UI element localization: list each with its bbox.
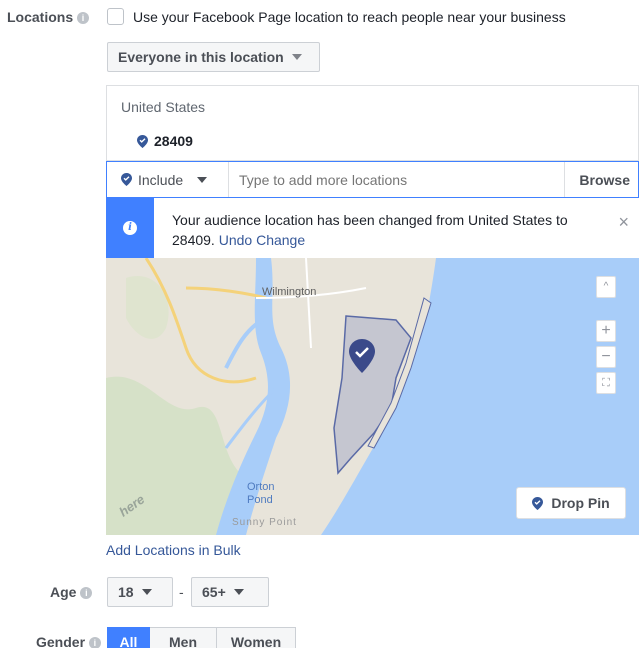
gender-option-all[interactable]: All [107, 627, 150, 648]
page-location-checkbox[interactable] [107, 8, 124, 25]
fit-bounds-icon[interactable]: ⛶ [596, 372, 616, 394]
drop-pin-button[interactable]: Drop Pin [516, 487, 626, 519]
include-search-row: Include Browse [106, 161, 639, 198]
zoom-in-button[interactable]: + [596, 320, 616, 342]
map-label-pond: Pond [247, 494, 273, 506]
audience-type-dropdown[interactable]: Everyone in this location [107, 42, 320, 72]
gender-label: Gender [36, 634, 86, 648]
info-icon: i [123, 221, 137, 235]
location-change-notice: i Your audience location has been change… [106, 198, 639, 258]
age-min-dropdown[interactable]: 18 [107, 577, 173, 607]
age-max-value: 65+ [202, 584, 226, 600]
age-max-dropdown[interactable]: 65+ [191, 577, 269, 607]
info-icon[interactable]: i [77, 12, 90, 24]
selected-location-item[interactable]: 28409 [137, 133, 193, 149]
chevron-down-icon [197, 176, 208, 183]
add-locations-bulk-link[interactable]: Add Locations in Bulk [106, 542, 241, 558]
location-pin-icon [137, 134, 148, 148]
gender-option-men[interactable]: Men [150, 627, 217, 648]
age-label: Age [50, 584, 77, 600]
drop-pin-label: Drop Pin [551, 495, 610, 511]
chevron-down-icon [233, 589, 244, 595]
chevron-down-icon [141, 589, 152, 595]
close-icon[interactable]: × [618, 213, 629, 231]
map-collapse-button[interactable]: ^ [596, 276, 616, 298]
location-pin-icon [121, 173, 132, 186]
info-icon[interactable]: i [80, 587, 93, 599]
locations-label-row: Locations i [7, 9, 90, 25]
location-pin-icon [532, 496, 544, 510]
map-pin-icon [349, 339, 375, 373]
age-label-row: Age i [50, 584, 93, 600]
age-min-value: 18 [118, 584, 134, 600]
info-icon[interactable]: i [88, 637, 101, 648]
notice-text-block: Your audience location has been changed … [172, 210, 592, 250]
selected-location-label: 28409 [154, 133, 193, 149]
undo-change-link[interactable]: Undo Change [219, 232, 305, 248]
include-label: Include [138, 171, 184, 188]
country-heading: United States [121, 99, 206, 115]
selected-locations-box: United States 28409 [106, 85, 639, 161]
chevron-down-icon [291, 54, 302, 60]
page-location-text: Use your Facebook Page location to reach… [133, 9, 566, 25]
gender-option-women[interactable]: Women [216, 627, 296, 648]
location-map[interactable]: Wilmington Orton Pond Sunny Point here ^… [106, 258, 639, 535]
browse-button[interactable]: Browse [564, 162, 638, 197]
gender-label-row: Gender i [36, 634, 101, 648]
locations-label: Locations [7, 9, 74, 25]
audience-type-label: Everyone in this location [118, 49, 284, 65]
map-label-orton: Orton [247, 481, 275, 493]
age-separator: - [179, 584, 184, 600]
include-dropdown[interactable]: Include [107, 162, 229, 197]
map-label-sunny-point: Sunny Point [232, 517, 297, 528]
location-search-input[interactable] [229, 162, 565, 197]
map-label-wilmington: Wilmington [262, 286, 317, 298]
zoom-out-button[interactable]: − [596, 346, 616, 368]
